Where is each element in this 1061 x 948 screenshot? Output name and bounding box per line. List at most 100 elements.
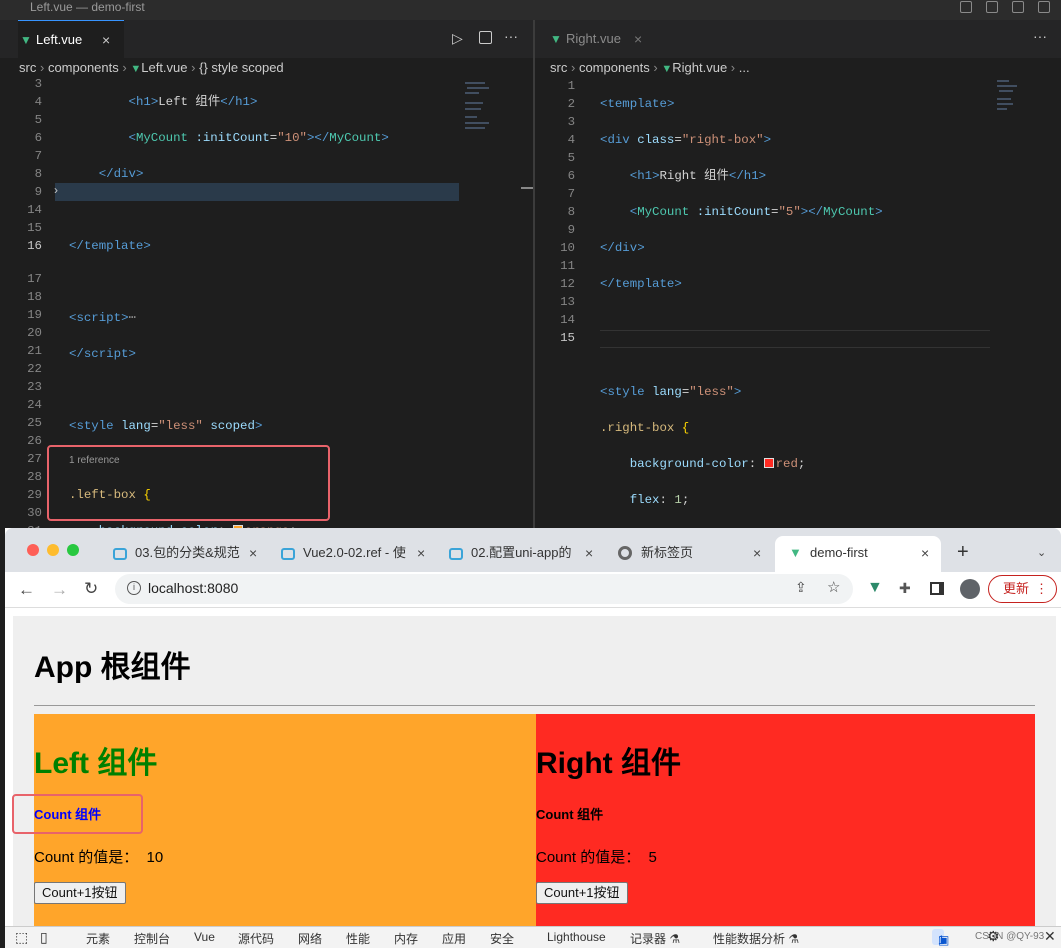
code-line: <h1>Right 组件</h1>	[629, 169, 767, 183]
devtools-tab-memory[interactable]: 内存	[394, 930, 418, 947]
line-number: 21	[27, 344, 42, 358]
back-icon[interactable]: ←	[18, 580, 35, 600]
url-text[interactable]: localhost:8080	[148, 580, 238, 596]
update-button[interactable]: 更新 ⋮	[988, 575, 1057, 603]
devtools-tabbar: ⬚ ▯ 元素 控制台 Vue 源代码 网络 性能 内存 应用 安全 Lighth…	[5, 926, 1061, 948]
device-toolbar-icon[interactable]: ▯	[40, 929, 48, 946]
bookmark-star-icon[interactable]: ☆	[827, 578, 840, 596]
profile-avatar[interactable]	[960, 579, 980, 599]
line-number: 15	[560, 331, 575, 345]
tab-left-vue[interactable]: ▼ Left.vue ×	[18, 20, 124, 58]
line-number: 25	[27, 416, 42, 430]
line-number: 19	[27, 308, 42, 322]
toggle-secondary-sidebar-icon[interactable]	[1012, 1, 1024, 13]
line-number: 5	[567, 151, 575, 165]
line-number: 28	[27, 470, 42, 484]
inspect-element-icon[interactable]: ⬚	[15, 929, 28, 946]
more-actions-icon[interactable]: ···	[1033, 28, 1047, 44]
color-swatch[interactable]	[763, 458, 774, 468]
new-tab-button[interactable]: +	[957, 541, 969, 564]
close-tab-icon[interactable]: ×	[634, 20, 642, 58]
count-heading: Count 组件	[536, 807, 604, 822]
browser-tab-active[interactable]: ▼ demo-first ×	[775, 536, 941, 572]
vue-file-icon: ▼	[20, 33, 32, 47]
devtools-tab-performance-insights[interactable]: 性能数据分析 ⚗	[713, 930, 799, 947]
customize-layout-icon[interactable]	[1038, 1, 1050, 13]
devtools-tab-vue[interactable]: Vue	[194, 930, 215, 944]
browser-window: 03.包的分类&规范 × Vue2.0-02.ref - 使 × 02.配置un…	[5, 528, 1061, 948]
breadcrumb-symbol[interactable]: ...	[739, 60, 750, 75]
line-number: 18	[27, 290, 42, 304]
reload-icon[interactable]: ↻	[84, 579, 98, 599]
address-bar[interactable]: i localhost:8080 ⇪ ☆	[115, 574, 853, 604]
more-actions-icon[interactable]: ···	[504, 28, 518, 44]
line-number: 14	[27, 203, 42, 217]
devtools-tab-security[interactable]: 安全	[490, 930, 514, 947]
close-devtools-icon[interactable]: ✕	[1044, 928, 1056, 945]
issues-badge[interactable]: ▣ 1	[932, 929, 949, 947]
tab-label: Right.vue	[566, 31, 621, 46]
line-number: 8	[567, 205, 575, 219]
share-icon[interactable]: ⇪	[795, 579, 807, 596]
devtools-tab-performance[interactable]: 性能	[346, 930, 370, 947]
left-minimap[interactable]	[465, 78, 533, 518]
count-increment-button[interactable]: Count+1按钮	[536, 882, 628, 904]
browser-tab[interactable]: 新标签页 ×	[613, 536, 773, 570]
extensions-icon[interactable]: ✚	[899, 580, 911, 597]
devtools-tab-recorder[interactable]: 记录器 ⚗	[630, 930, 680, 947]
line-number: 17	[27, 272, 42, 286]
highlight-box	[47, 445, 330, 521]
line-number: 10	[560, 241, 575, 255]
right-code-editor[interactable]: <template> <div class="right-box"> <h1>R…	[600, 77, 990, 599]
editor-split-divider[interactable]	[533, 20, 535, 528]
toggle-panel-icon[interactable]	[986, 1, 998, 13]
breadcrumb-file[interactable]: Left.vue	[141, 60, 187, 75]
menu-dots-icon: ⋮	[1035, 581, 1048, 596]
side-panel-icon[interactable]	[930, 582, 944, 595]
close-window-button[interactable]	[27, 544, 39, 556]
devtools-tab-elements[interactable]: 元素	[86, 930, 110, 947]
close-tab-icon[interactable]: ×	[585, 536, 593, 570]
vue-devtools-extension-icon[interactable]: ▼	[867, 579, 883, 597]
tab-right-vue[interactable]: ▼ Right.vue ×	[548, 20, 658, 58]
close-tab-icon[interactable]: ×	[102, 21, 110, 59]
count-increment-button[interactable]: Count+1按钮	[34, 882, 126, 904]
code-line: <div class="right-box">	[600, 133, 772, 147]
breadcrumb-components[interactable]: components	[579, 60, 650, 75]
line-number: 15	[27, 221, 42, 235]
breadcrumb-src[interactable]: src	[550, 60, 567, 75]
breadcrumb-file[interactable]: Right.vue	[672, 60, 727, 75]
browser-tab[interactable]: 02.配置uni-app的 ×	[445, 536, 605, 570]
breadcrumb-components[interactable]: components	[48, 60, 119, 75]
tab-label: 02.配置uni-app的	[471, 545, 572, 560]
minimize-window-button[interactable]	[47, 544, 59, 556]
devtools-tab-application[interactable]: 应用	[442, 930, 466, 947]
breadcrumb-src[interactable]: src	[19, 60, 36, 75]
devtools-tab-console[interactable]: 控制台	[134, 930, 170, 947]
fold-chevron-icon[interactable]: ›	[54, 183, 58, 197]
right-minimap[interactable]	[997, 78, 1057, 118]
forward-icon[interactable]: →	[51, 580, 68, 600]
devtools-tab-lighthouse[interactable]: Lighthouse	[547, 930, 606, 944]
devtools-tab-sources[interactable]: 源代码	[238, 930, 274, 947]
devtools-tab-network[interactable]: 网络	[298, 930, 322, 947]
zoom-window-button[interactable]	[67, 544, 79, 556]
site-info-icon[interactable]: i	[127, 581, 141, 595]
settings-gear-icon[interactable]: ⚙	[987, 928, 1000, 945]
split-editor-icon[interactable]	[479, 31, 492, 44]
browser-tab[interactable]: Vue2.0-02.ref - 使 ×	[277, 536, 437, 570]
close-tab-icon[interactable]: ×	[753, 536, 761, 570]
code-line: <MyCount :initCount="5"></MyCount>	[629, 205, 883, 219]
run-icon[interactable]: ▷	[452, 30, 463, 47]
close-tab-icon[interactable]: ×	[417, 536, 425, 570]
close-tab-icon[interactable]: ×	[921, 536, 929, 570]
tab-search-chevron-icon[interactable]: ⌄	[1037, 546, 1046, 559]
line-number: 4	[34, 95, 42, 109]
close-tab-icon[interactable]: ×	[249, 536, 257, 570]
code-line: </div>	[98, 167, 144, 181]
breadcrumb-symbol[interactable]: {} style scoped	[199, 60, 284, 75]
browser-tab[interactable]: 03.包的分类&规范 ×	[109, 536, 269, 570]
toggle-sidebar-icon[interactable]	[960, 1, 972, 13]
